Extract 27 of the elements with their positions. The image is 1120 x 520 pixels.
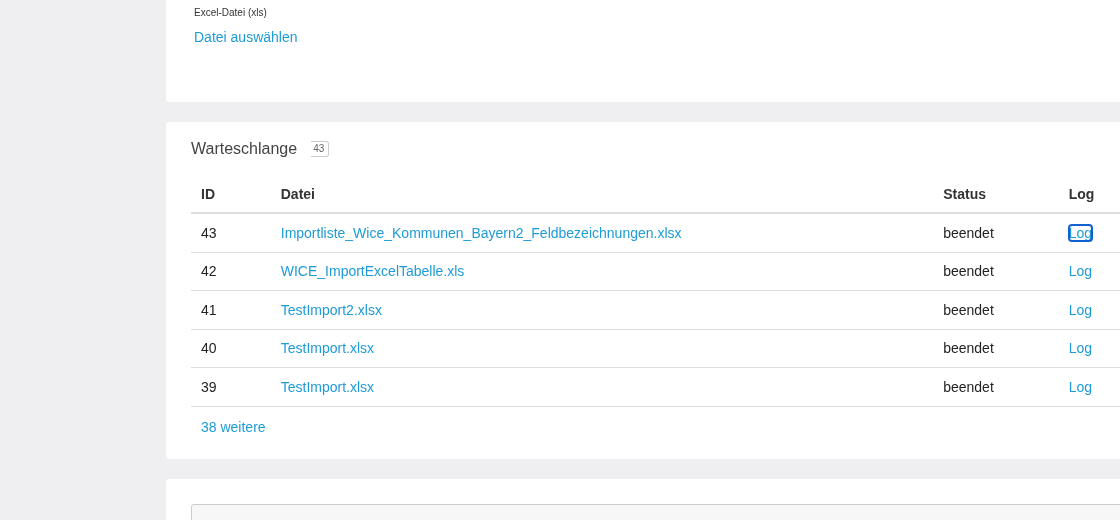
table-cell: beendet [933,213,1059,252]
file-link[interactable]: TestImport.xlsx [280,340,375,357]
table-cell: 42 [191,252,271,291]
log-link[interactable]: Log [1068,378,1093,395]
table-cell: 43 [191,213,271,252]
column-header: Log [1058,175,1120,213]
column-header: ID [191,175,271,213]
file-link[interactable]: Importliste_Wice_Kommunen_Bayern2_Feldbezeichnungen.xlsx [280,224,682,241]
more-link[interactable]: 38 weitere [201,418,266,435]
section-title: Warteschlange [191,140,298,158]
file-link[interactable]: TestImport.xlsx [280,378,375,395]
field-label: Excel-Datei (xls) [194,7,267,18]
table-cell: 39 [191,367,271,406]
log-link[interactable]: Log [1068,301,1093,318]
table-cell: beendet [933,290,1059,329]
choose-file-link[interactable]: Datei auswählen [194,29,298,45]
log-link[interactable]: Log [1068,263,1093,280]
column-header: Status [933,175,1059,213]
file-link[interactable]: TestImport2.xlsx [280,301,382,318]
file-link[interactable]: WICE_ImportExcelTabelle.xls [280,263,465,280]
log-link[interactable]: Log [1068,340,1093,357]
table-cell: beendet [933,329,1059,368]
table-cell: beendet [933,367,1059,406]
table-cell: 41 [191,290,271,329]
table-cell: 40 [191,329,271,368]
column-header: Datei [270,175,934,213]
table-cell: beendet [933,252,1059,291]
